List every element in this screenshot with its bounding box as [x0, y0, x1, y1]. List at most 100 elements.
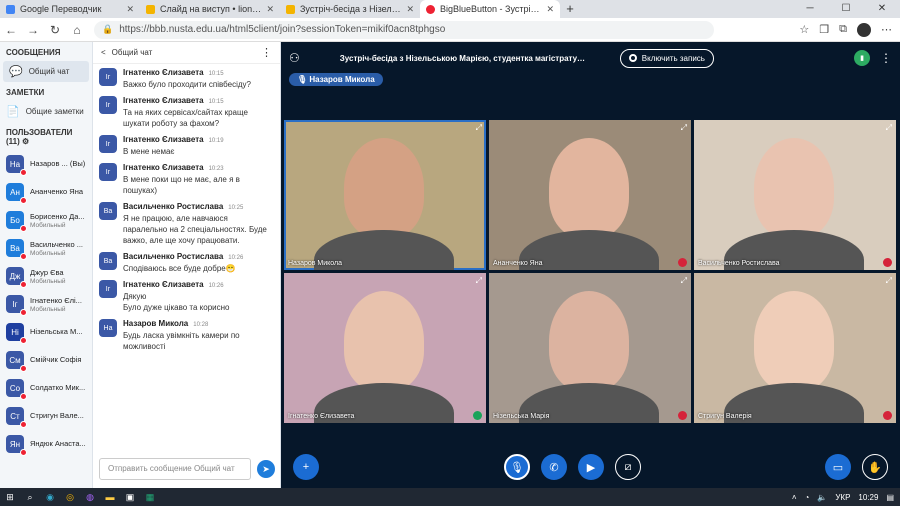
- fullscreen-icon[interactable]: ⤢: [886, 276, 892, 286]
- sidebar-user[interactable]: Іг Ігнатенко Єлі... МобильныйМобильный: [0, 290, 92, 318]
- chat-input[interactable]: Отправить сообщение Общий чат: [99, 458, 251, 480]
- chat-panel: < Общий чат ⋮ Іг Ігнатенко Єлизавета 10:15…: [93, 42, 281, 488]
- status-icon: [20, 421, 27, 428]
- url-field[interactable]: 🔒 https://bbb.nusta.edu.ua/html5client/jo…: [94, 20, 714, 39]
- chrome-icon[interactable]: ◎: [60, 492, 80, 503]
- close-icon[interactable]: ✕: [266, 4, 274, 15]
- raise-hand-button[interactable]: ✋: [862, 454, 888, 480]
- close-icon[interactable]: ✕: [406, 4, 414, 15]
- back-icon[interactable]: ←: [0, 23, 22, 37]
- message-author: Ігнатенко Єлизавета 10:19: [123, 135, 224, 144]
- home-icon[interactable]: ⌂: [66, 23, 88, 37]
- sidebar-user[interactable]: Со Солдатко Мик...: [0, 374, 92, 402]
- store-icon[interactable]: ▣: [120, 492, 140, 503]
- gear-icon[interactable]: ⚙: [22, 137, 29, 146]
- windows-start-icon[interactable]: ⊞: [0, 492, 20, 503]
- presentation-button[interactable]: ▭: [825, 454, 851, 480]
- user-name: Яндюк Анаста...: [30, 439, 86, 449]
- camera-button[interactable]: ▶: [578, 454, 604, 480]
- fullscreen-icon[interactable]: ⤢: [476, 276, 482, 286]
- sidebar-user[interactable]: Бо Борисенко Да... МобильныйМобильный: [0, 206, 92, 234]
- fullscreen-icon[interactable]: ⤢: [681, 276, 687, 286]
- options-menu-icon[interactable]: ⋮: [880, 51, 892, 65]
- clock[interactable]: 10:29: [858, 493, 878, 502]
- close-icon[interactable]: ✕: [126, 4, 134, 15]
- viber-icon[interactable]: ◍: [80, 492, 100, 503]
- send-button[interactable]: ➤: [257, 460, 275, 478]
- network-icon[interactable]: ◔: [805, 493, 810, 502]
- participant-video: [754, 138, 834, 238]
- profile-avatar[interactable]: [857, 22, 871, 37]
- chevron-up-icon[interactable]: ˄: [792, 493, 797, 502]
- sidebar-item-shared-notes[interactable]: 📄 Общие заметки: [0, 101, 92, 122]
- message-author: Васильченко Ростислава 10:26: [123, 252, 243, 261]
- search-icon[interactable]: ⌕: [20, 492, 40, 503]
- sidebar-user[interactable]: Ян Яндюк Анаста...: [0, 430, 92, 458]
- record-button[interactable]: Включить запись: [619, 48, 714, 68]
- mic-muted-icon: [883, 258, 892, 267]
- user-name-text: Борисенко Да...: [30, 211, 85, 221]
- forward-icon[interactable]: →: [22, 23, 44, 37]
- chevron-left-icon[interactable]: <: [101, 48, 106, 57]
- edge-icon[interactable]: ◉: [40, 492, 60, 503]
- sidebar-user[interactable]: На Назаров ... (Вы): [0, 150, 92, 178]
- fullscreen-icon[interactable]: ⤢: [886, 123, 892, 133]
- tab-label: BigBlueButton - Зустріч-бесіда: [440, 4, 542, 14]
- extensions-icon[interactable]: ⧉: [839, 23, 847, 36]
- excel-icon[interactable]: ▦: [140, 492, 160, 503]
- message-time: 10:15: [208, 99, 224, 105]
- tab-bigbluebutton[interactable]: BigBlueButton - Зустріч-бесіда ✕: [420, 0, 560, 18]
- collections-icon[interactable]: ❐: [819, 23, 829, 36]
- users-toggle-icon[interactable]: ⚇: [289, 51, 300, 65]
- sidebar-user[interactable]: Ва Васильченко ... МобильныйМобильный: [0, 234, 92, 262]
- message-text: Дякую Було дуже цікаво та корисно: [123, 292, 230, 312]
- user-name: Ананченко Яна: [30, 187, 83, 197]
- menu-icon[interactable]: ⋯: [881, 23, 892, 36]
- new-tab-button[interactable]: +: [560, 0, 580, 18]
- status-icon: [20, 197, 27, 204]
- sidebar-item-public-chat[interactable]: 💬 Общий чат: [3, 61, 89, 82]
- mute-button[interactable]: 🎙: [504, 454, 530, 480]
- video-tile[interactable]: ⤢ Васильченко Ростислава: [694, 120, 896, 270]
- explorer-icon[interactable]: ▬: [100, 492, 120, 502]
- sidebar-user[interactable]: Ст Стригун Вале...: [0, 402, 92, 430]
- mic-muted-icon: [678, 258, 687, 267]
- close-icon[interactable]: ✕: [546, 4, 554, 15]
- tab-meeting-doc[interactable]: Зустріч-бесіда з Нізельською М ✕: [280, 0, 420, 18]
- sidebar-user[interactable]: Дж Джур Єва МобильныйМобильный: [0, 262, 92, 290]
- video-tile[interactable]: ⤢ Ігнатенко Єлизавета: [284, 273, 486, 423]
- sidebar-user[interactable]: Ні Нізельська М...: [0, 318, 92, 346]
- video-tile[interactable]: ⤢ Ананченко Яна: [489, 120, 691, 270]
- volume-icon[interactable]: 🔈: [817, 493, 827, 502]
- leave-audio-button[interactable]: ✆: [541, 454, 567, 480]
- more-options-icon[interactable]: ⋮: [261, 46, 272, 59]
- language-indicator[interactable]: УКР: [835, 493, 850, 502]
- message-author-text: Назаров Микола: [123, 319, 189, 328]
- video-tile[interactable]: ⤢ Стригун Валерія: [694, 273, 896, 423]
- status-icon: [20, 225, 27, 232]
- user-avatar: Со: [6, 379, 27, 400]
- reload-icon[interactable]: ↻: [44, 23, 66, 37]
- chat-message: Ва Васильченко Ростислава 10:25 Я не працюю…: [99, 202, 274, 246]
- tab-google-translate[interactable]: Google Переводчик ✕: [0, 0, 140, 18]
- fullscreen-icon[interactable]: ⤢: [681, 123, 687, 133]
- actions-button[interactable]: +: [293, 454, 319, 480]
- message-time: 10:26: [208, 283, 224, 289]
- screenshare-button[interactable]: ⧄: [615, 454, 641, 480]
- tab-slides[interactable]: Слайд на виступ • lion1009@uk✕: [140, 0, 280, 18]
- video-tile[interactable]: ⤢ Назаров Микола: [284, 120, 486, 270]
- user-name: Васильченко ... Мобильный: [30, 240, 83, 250]
- sidebar-user[interactable]: Ан Ананченко Яна: [0, 178, 92, 206]
- sidebar-user[interactable]: См Смійчик Софія: [0, 346, 92, 374]
- user-avatar: См: [6, 351, 27, 372]
- minimize-icon[interactable]: ─: [792, 0, 828, 18]
- message-text: В мене немає: [123, 147, 175, 156]
- close-window-icon[interactable]: ✕: [864, 0, 900, 18]
- notifications-icon[interactable]: ▤: [886, 493, 894, 502]
- video-tile[interactable]: ⤢ Нізельська Марія: [489, 273, 691, 423]
- connection-status-icon[interactable]: ▮: [854, 50, 870, 66]
- fullscreen-icon[interactable]: ⤢: [476, 123, 482, 133]
- maximize-icon[interactable]: ☐: [828, 0, 864, 18]
- star-icon[interactable]: ☆: [799, 23, 809, 36]
- chat-message: На Назаров Микола 10:28 Будь ласка увімкніт…: [99, 319, 274, 352]
